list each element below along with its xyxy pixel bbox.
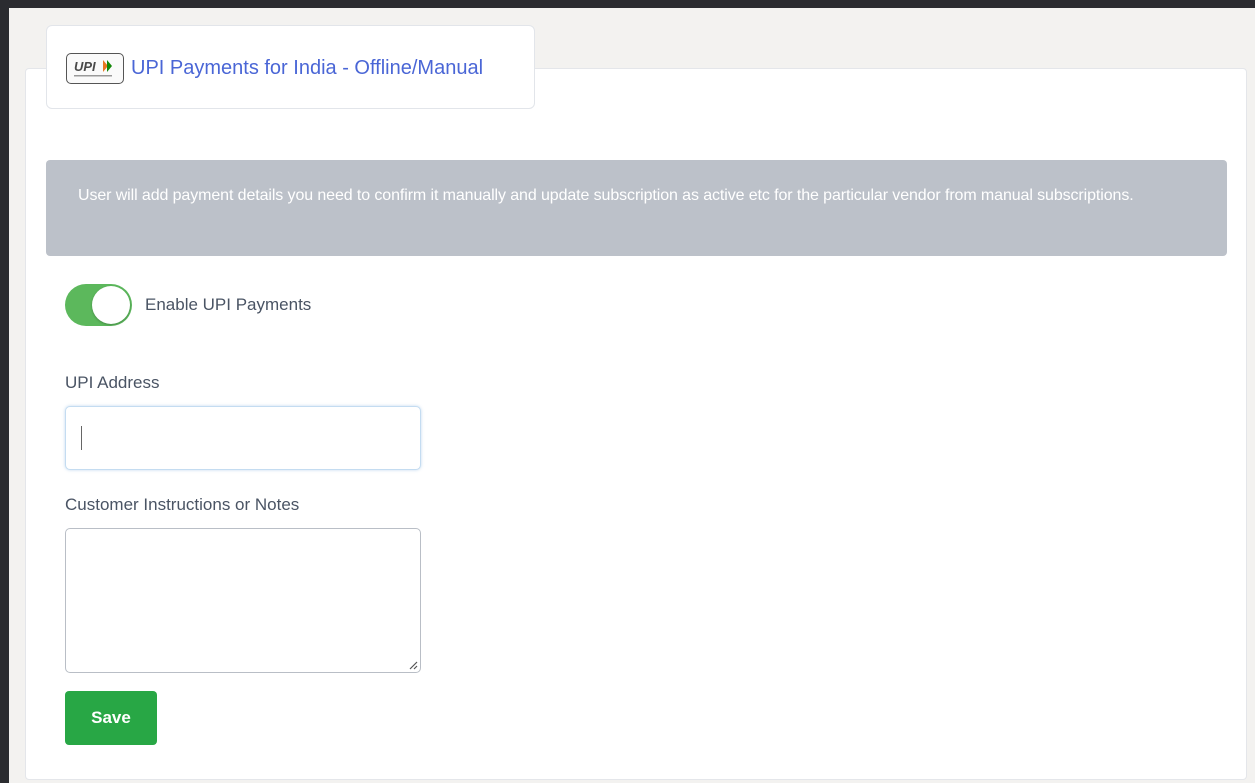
text-caret bbox=[81, 426, 82, 450]
notes-label: Customer Instructions or Notes bbox=[65, 495, 300, 514]
page-title: UPI Payments for India - Offline/Manual bbox=[131, 57, 484, 79]
payment-method-tab[interactable]: UPI UPI Payments for India - Offline/Man… bbox=[46, 25, 535, 109]
notes-textarea[interactable] bbox=[65, 528, 421, 673]
upi-address-input[interactable] bbox=[65, 406, 421, 470]
resize-handle-icon[interactable] bbox=[407, 659, 418, 670]
info-notice: User will add payment details you need t… bbox=[46, 160, 1227, 256]
upi-logo-icon: UPI bbox=[66, 53, 124, 84]
svg-text:UPI: UPI bbox=[74, 59, 96, 74]
enable-upi-label: Enable UPI Payments bbox=[145, 295, 312, 314]
info-notice-text: User will add payment details you need t… bbox=[78, 187, 1134, 204]
save-button[interactable]: Save bbox=[65, 691, 157, 745]
enable-upi-toggle[interactable] bbox=[65, 284, 132, 326]
toggle-knob bbox=[92, 286, 130, 324]
upi-address-label: UPI Address bbox=[65, 373, 160, 392]
